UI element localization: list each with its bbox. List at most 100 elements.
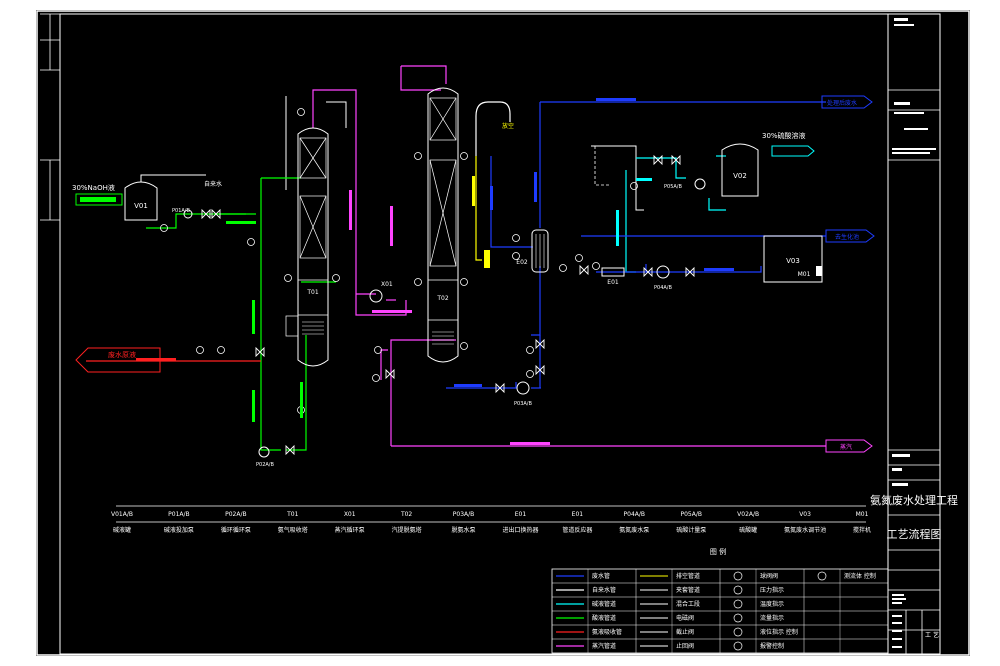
drawing-sheet: 氨氮废水处理工程 工艺流程图 工 艺 V01 30%NaOH液 V02 30%硫… bbox=[36, 10, 970, 656]
reactor-e01-tag: E01 bbox=[607, 279, 619, 286]
vent-label: 放空 bbox=[502, 122, 514, 130]
alkali-source-fill bbox=[80, 197, 116, 202]
heat-exchanger-e02: E02 bbox=[516, 229, 549, 273]
pid-diagram: 氨氮废水处理工程 工艺流程图 工 艺 V01 30%NaOH液 V02 30%硫… bbox=[36, 10, 970, 656]
title-block-lines bbox=[888, 89, 940, 654]
scale-label: 工 艺 bbox=[925, 631, 939, 639]
equipment-name: 脱氨水泵 bbox=[452, 526, 476, 534]
equipment-name: 进出口换热器 bbox=[502, 526, 538, 534]
equipment-tag: P03A/B bbox=[453, 511, 475, 518]
tap-water-label: 自来水 bbox=[204, 180, 222, 188]
treated-out-connector: 处理后废水 bbox=[821, 95, 873, 109]
equipment-tag: M01 bbox=[856, 511, 869, 518]
pipe-reactor-e01: E01 bbox=[601, 267, 625, 286]
legend-symbol bbox=[817, 571, 827, 581]
legend-item: 排空管道 bbox=[676, 572, 700, 580]
legend-item: 电磁阀 bbox=[676, 614, 694, 622]
column-t01: T01 bbox=[285, 127, 329, 367]
legend-item: 流量指示 bbox=[760, 614, 784, 622]
legend-symbol bbox=[733, 627, 743, 637]
legend-symbol bbox=[733, 585, 743, 595]
inner-border bbox=[59, 13, 941, 655]
legend-item: 蒸汽管道 bbox=[592, 642, 616, 650]
equipment-name: 管道反应器 bbox=[562, 526, 592, 534]
vessel-v03-tag: V03 bbox=[786, 257, 800, 265]
process-out-label: 去生化池 bbox=[835, 233, 859, 241]
equipment-tag: P05A/B bbox=[680, 511, 702, 518]
equipment-tag: V02A/B bbox=[737, 511, 759, 518]
legend-item: 测流体 控制 bbox=[844, 572, 876, 580]
valves bbox=[201, 154, 695, 456]
legend-item: 球阀阀 bbox=[760, 572, 778, 580]
equipment-tag: E01 bbox=[515, 511, 527, 518]
process-out-connector: 去生化池 bbox=[825, 229, 875, 243]
legend-item: 废水管 bbox=[592, 572, 610, 580]
equipment-tag: V01A/B bbox=[111, 511, 133, 518]
tank-v02-tag: V02 bbox=[733, 172, 747, 180]
legend-item: 酸液管道 bbox=[592, 614, 616, 622]
equipment-name: 氨气吸收塔 bbox=[278, 526, 308, 534]
steam-lines bbox=[312, 65, 826, 447]
equipment-tag: E01 bbox=[572, 511, 584, 518]
equipment-name: 汽提脱氨塔 bbox=[392, 526, 422, 534]
equipment-tag: X01 bbox=[344, 511, 356, 518]
pump-p03-tag: P03A/B bbox=[514, 401, 532, 407]
feed-in-label: 废水原液 bbox=[108, 350, 136, 359]
tank-v01-tag: V01 bbox=[134, 202, 148, 210]
tank-v01: V01 bbox=[124, 181, 158, 221]
pump-p04: P04A/B bbox=[654, 265, 672, 291]
pump-p03: P03A/B bbox=[514, 381, 532, 407]
pump-p05: P05A/B bbox=[664, 178, 706, 190]
acid-source-tag bbox=[771, 145, 815, 157]
equipment-name: 循环循环泵 bbox=[221, 526, 251, 534]
legend-symbol bbox=[733, 571, 743, 581]
legend-item: 截止阀 bbox=[676, 628, 694, 636]
treated-out-label: 处理后废水 bbox=[827, 99, 857, 107]
steam-pump-x01: X01 bbox=[369, 281, 393, 303]
vent-line-tag bbox=[472, 176, 475, 206]
legend-item: 压力指示 bbox=[760, 586, 784, 594]
equipment-tag: V03 bbox=[799, 511, 811, 518]
hx-e02-tag: E02 bbox=[516, 259, 528, 266]
legend-item: 夹套管道 bbox=[676, 586, 700, 594]
legend-block: 图 例 废水管自来水管碱液管道酸液管道氨液吸收管蒸汽管道 排空管道夹套管道混合工段… bbox=[551, 547, 889, 654]
alkali-line-tags bbox=[226, 221, 303, 422]
mixer-tag: M01 bbox=[798, 271, 811, 278]
legend-symbol bbox=[733, 599, 743, 609]
legend-item: 碱液管道 bbox=[592, 600, 616, 608]
equipment-name: 硫酸罐 bbox=[739, 526, 757, 534]
equipment-name: 蒸汽循环泵 bbox=[335, 526, 365, 534]
equipment-name: 氨氮废水调节池 bbox=[784, 526, 826, 534]
x01-tag: X01 bbox=[381, 281, 393, 288]
vent-dashed-line bbox=[594, 146, 611, 186]
legend-item: 氨液吸收管 bbox=[592, 628, 622, 636]
steam-in-connector: 蒸汽 bbox=[825, 439, 873, 453]
vent-marker bbox=[484, 250, 490, 268]
column-t01-tag: T01 bbox=[306, 289, 318, 296]
wastewater-lines bbox=[446, 101, 826, 389]
equipment-tag: P02A/B bbox=[225, 511, 247, 518]
legend-item: 自来水管 bbox=[592, 586, 616, 594]
pump-p01-tag: P01A/B bbox=[172, 208, 190, 214]
vent-lines bbox=[475, 156, 482, 261]
equipment-tag: P01A/B bbox=[168, 511, 190, 518]
title-block-scribbles bbox=[892, 18, 936, 648]
acid-lines bbox=[625, 155, 726, 273]
equipment-name: 搅拌机 bbox=[853, 526, 871, 534]
tank-v01-note: 30%NaOH液 bbox=[72, 183, 115, 192]
legend-symbol bbox=[733, 641, 743, 651]
equipment-name: 氨氮废水泵 bbox=[619, 526, 649, 534]
vessel-v03: V03 M01 bbox=[763, 235, 823, 283]
legend-item: 止回阀 bbox=[676, 642, 694, 650]
legend-item: 液位指示 控制 bbox=[760, 628, 798, 636]
legend-item: 报警控制 bbox=[760, 642, 784, 650]
tank-v02-note: 30%硫酸溶液 bbox=[762, 131, 806, 140]
pump-p05-tag: P05A/B bbox=[664, 184, 682, 190]
water-line-tags bbox=[454, 98, 734, 387]
drawing-title: 工艺流程图 bbox=[887, 527, 942, 541]
steam-in-label: 蒸汽 bbox=[840, 443, 852, 451]
equipment-name: 硫酸计量泵 bbox=[676, 526, 706, 534]
pump-p02-tag: P02A/B bbox=[256, 462, 274, 468]
ammonia-line-tag bbox=[136, 358, 176, 361]
legend-symbol bbox=[733, 613, 743, 623]
